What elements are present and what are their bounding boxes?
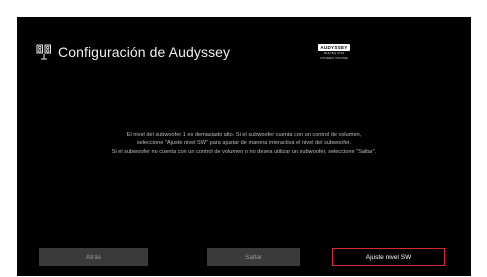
message-line: Si el subwoofer no cuenta con un control… [111, 148, 377, 155]
subwoofer-level-message: El nivel del subwoofer 1 es demasiado al… [37, 131, 451, 156]
audyssey-setup-screen: Configuración de Audyssey AUDYSSEY MULTE… [17, 17, 471, 276]
logo-subline-2: DYNAMIC VOLUME [320, 55, 348, 60]
message-line: seleccione "Ajuste nivel SW" para ajusta… [136, 140, 352, 147]
speaker-icon [36, 44, 51, 60]
page-title: Configuración de Audyssey [58, 44, 231, 60]
adjust-sw-level-button[interactable]: Ajuste nivel SW [332, 248, 445, 266]
skip-button[interactable]: Saltar [207, 248, 300, 266]
logo-subline-1: MULTEQ XT32 [323, 51, 345, 55]
page-header: Configuración de Audyssey [36, 44, 230, 60]
message-line: El nivel del subwoofer 1 es demasiado al… [126, 132, 362, 138]
back-button[interactable]: Atrás [39, 248, 148, 266]
logo-brand: AUDYSSEY [318, 44, 350, 51]
audyssey-logo: AUDYSSEY MULTEQ XT32 DYNAMIC VOLUME [316, 44, 352, 60]
